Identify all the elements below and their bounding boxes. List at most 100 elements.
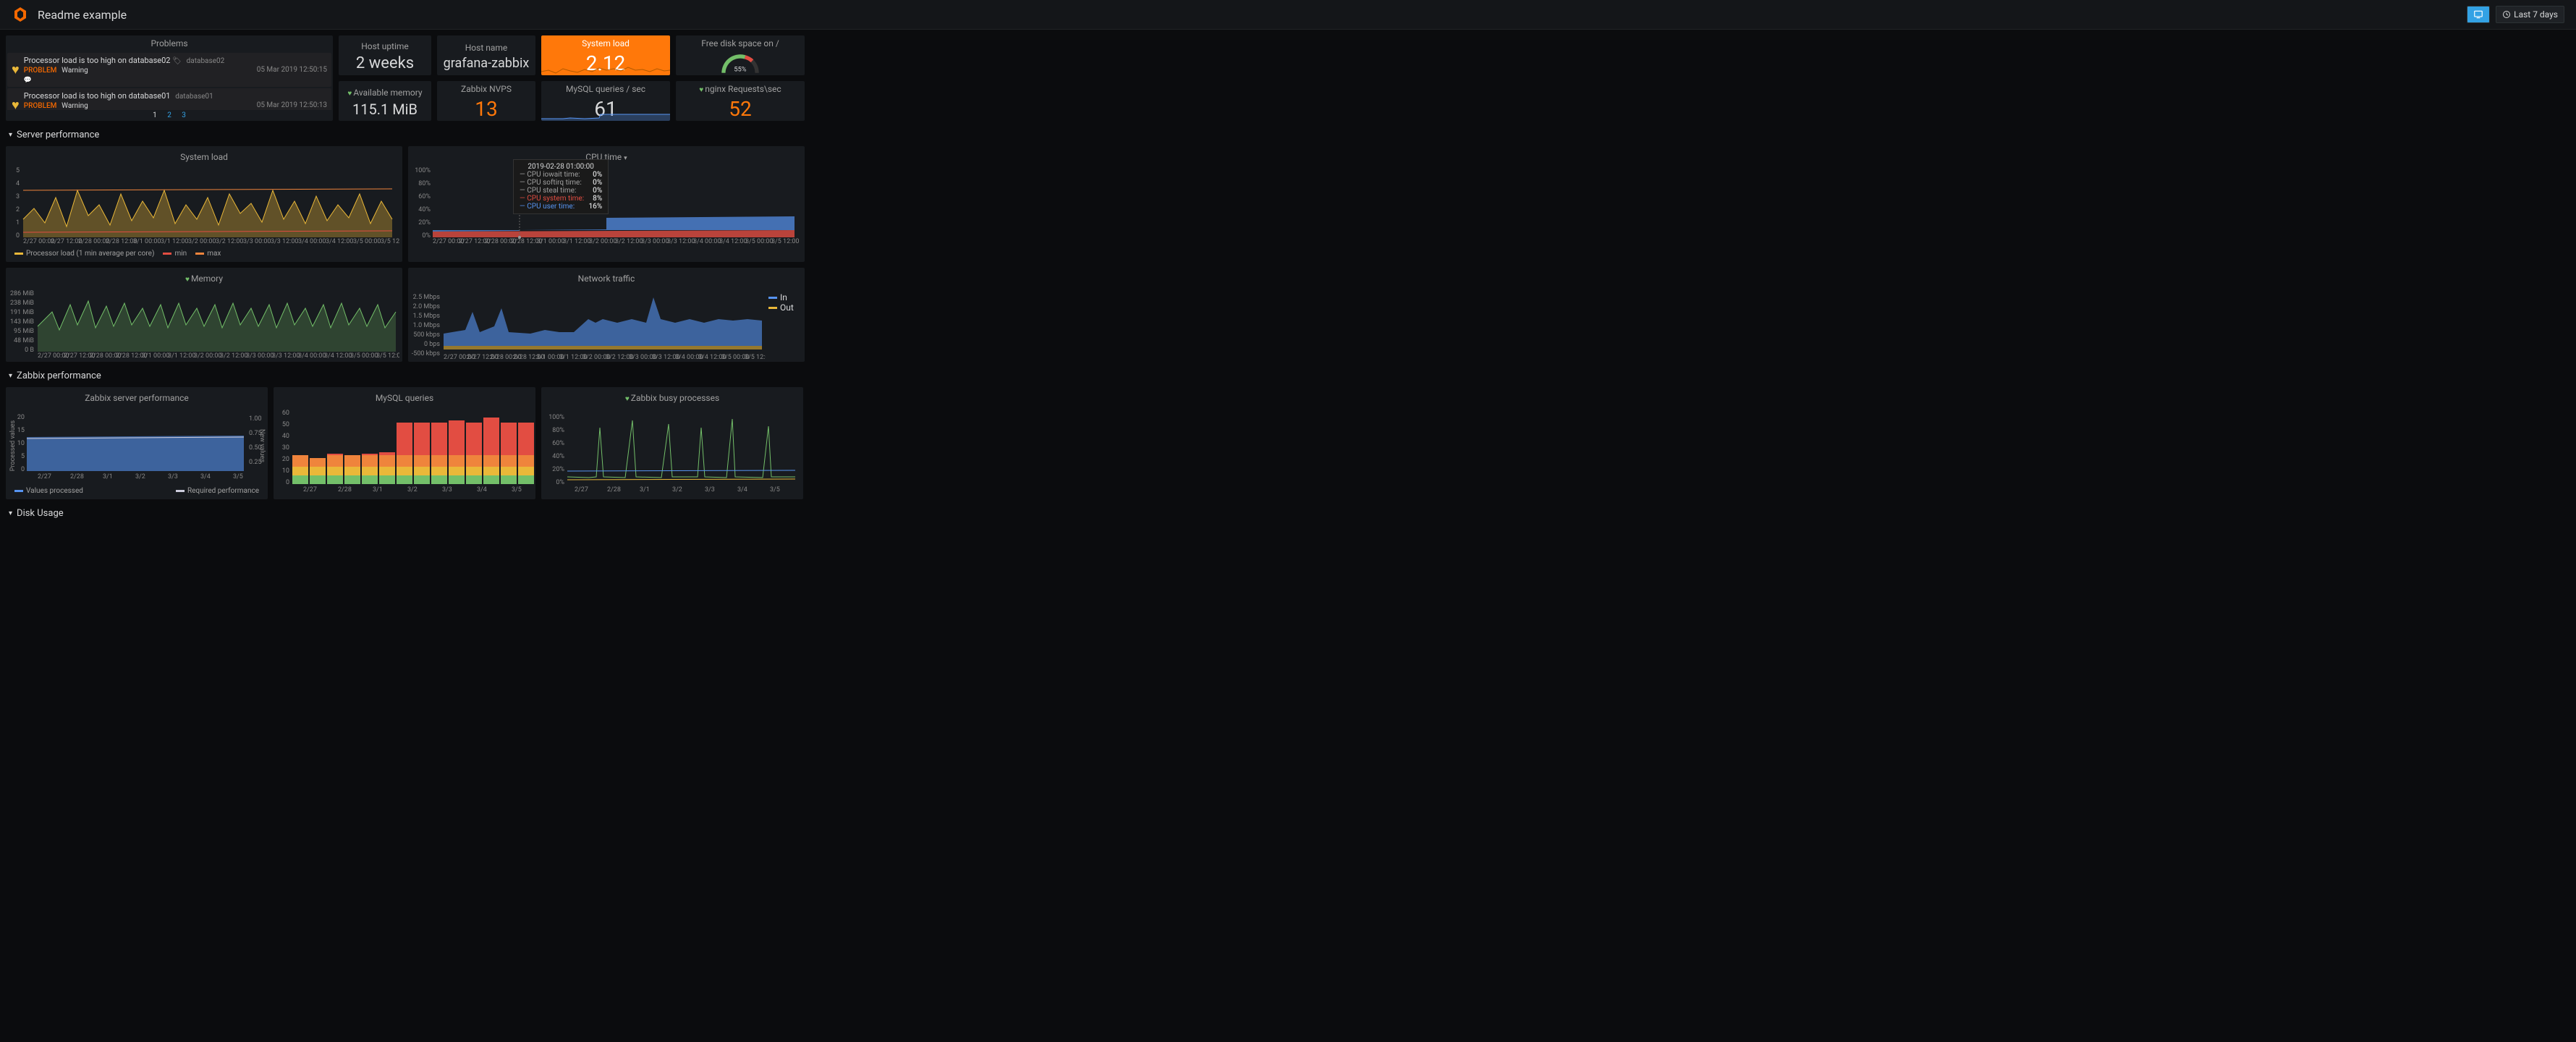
tv-mode-button[interactable] (2467, 6, 2490, 23)
svg-text:4: 4 (16, 180, 20, 187)
stat-sysload[interactable]: System load 2.12 (541, 35, 670, 75)
stat-disk[interactable]: Free disk space on / 55% (676, 35, 805, 75)
time-range-picker[interactable]: Last 7 days (2496, 6, 2564, 23)
svg-text:2/27: 2/27 (38, 473, 51, 480)
svg-text:3/4 12:00: 3/4 12:00 (719, 238, 747, 245)
page-1[interactable]: 1 (153, 111, 157, 119)
legend-item[interactable]: min (163, 250, 187, 258)
zabbix-server-chart-area: Processed values New values 0 5 10 15 20… (9, 406, 266, 486)
svg-text:0: 0 (286, 479, 289, 486)
svg-text:2: 2 (16, 206, 20, 213)
svg-text:3/5: 3/5 (512, 486, 522, 493)
page-2[interactable]: 2 (167, 111, 171, 119)
svg-text:3/1 12:00: 3/1 12:00 (563, 238, 590, 245)
svg-text:3/2 12:00: 3/2 12:00 (615, 238, 643, 245)
clock-icon (2502, 10, 2511, 19)
star-icon: ♥ (699, 86, 703, 94)
svg-text:238 MiB: 238 MiB (10, 300, 34, 307)
legend-item[interactable]: Out (768, 302, 794, 313)
svg-text:3/5 00:00: 3/5 00:00 (745, 238, 773, 245)
svg-text:0.25: 0.25 (249, 459, 262, 466)
chart-cpu-time[interactable]: CPU time ▾ 0% 20% 40% 60% 80% 100% (408, 146, 805, 262)
svg-text:95 MiB: 95 MiB (14, 328, 34, 335)
svg-text:50: 50 (282, 421, 289, 428)
chart-zabbix-server[interactable]: Zabbix server performance Processed valu… (6, 387, 268, 499)
svg-text:3/3 00:00: 3/3 00:00 (641, 238, 669, 245)
svg-text:2/27 00:00: 2/27 00:00 (23, 238, 55, 245)
svg-text:3/5 12:00: 3/5 12:00 (771, 238, 799, 245)
svg-text:3/3 12:00: 3/3 12:00 (667, 238, 695, 245)
star-icon: ♥ (625, 395, 630, 403)
svg-text:2.5 Mbps: 2.5 Mbps (413, 294, 441, 301)
stat-nvps[interactable]: Zabbix NVPS 13 (437, 81, 535, 121)
svg-text:3/5 00:00: 3/5 00:00 (353, 238, 381, 245)
svg-text:Processed values: Processed values (9, 420, 17, 471)
disk-gauge: 55% (708, 51, 773, 75)
stat-mysql[interactable]: MySQL queries / sec 61 (541, 81, 670, 121)
stat-hostname[interactable]: Host name grafana-zabbix (437, 35, 535, 75)
svg-text:2/27 12:00: 2/27 12:00 (51, 238, 82, 245)
chart-system-load[interactable]: System load 0 1 2 3 4 5 2/27 00:00 (6, 146, 402, 262)
svg-text:30: 30 (282, 444, 289, 452)
svg-text:1.0 Mbps: 1.0 Mbps (413, 322, 441, 329)
svg-text:3/4: 3/4 (200, 473, 211, 480)
problem-item[interactable]: ♥ Processor load is too high on database… (7, 88, 331, 110)
section-server-performance[interactable]: ▾ Server performance (6, 127, 805, 143)
svg-text:3/5: 3/5 (770, 486, 780, 493)
svg-text:3/1 00:00: 3/1 00:00 (537, 238, 564, 245)
chart-network[interactable]: Network traffic -500 kbps 0 bps 500 kbps… (408, 268, 805, 362)
memory-chart-area: 0 B 48 MiB 95 MiB 143 MiB 191 MiB 238 Mi… (9, 287, 399, 359)
svg-text:3/1: 3/1 (640, 486, 650, 493)
svg-text:1: 1 (16, 219, 20, 226)
page-3[interactable]: 3 (182, 111, 186, 119)
svg-text:2/27: 2/27 (303, 486, 317, 493)
section-disk-usage[interactable]: ▾ Disk Usage (6, 505, 805, 522)
svg-text:3/4 00:00: 3/4 00:00 (298, 238, 326, 245)
svg-text:100%: 100% (415, 167, 431, 174)
legend-item[interactable]: Values processed (14, 487, 83, 495)
stat-nginx[interactable]: ♥nginx Requests\sec 52 (676, 81, 805, 121)
svg-text:3/4 12:00: 3/4 12:00 (326, 238, 353, 245)
svg-text:2/27: 2/27 (575, 486, 588, 493)
legend-item[interactable]: In (768, 292, 794, 302)
svg-text:10: 10 (282, 467, 289, 475)
star-icon: ♥ (185, 276, 190, 284)
svg-text:10: 10 (17, 440, 25, 447)
stat-memory[interactable]: ♥Available memory 115.1 MiB (339, 81, 431, 121)
svg-text:3/3 12:00: 3/3 12:00 (271, 238, 298, 245)
svg-text:3/3: 3/3 (442, 486, 452, 493)
svg-text:143 MiB: 143 MiB (10, 318, 34, 326)
legend-item[interactable]: max (195, 250, 221, 258)
svg-text:20: 20 (282, 456, 289, 463)
svg-text:100%: 100% (548, 414, 564, 421)
mysql-sparkline (541, 110, 670, 121)
legend-item[interactable]: Required performance (176, 487, 259, 495)
svg-text:0 bps: 0 bps (424, 341, 440, 348)
svg-text:2/28 12:00: 2/28 12:00 (106, 238, 137, 245)
svg-text:3/2: 3/2 (407, 486, 418, 493)
svg-text:3/1: 3/1 (373, 486, 383, 493)
chevron-down-icon: ▾ (9, 131, 12, 139)
svg-text:3/1 12:00: 3/1 12:00 (161, 238, 188, 245)
page-title: Readme example (38, 8, 2467, 22)
star-icon: ♥ (347, 90, 352, 98)
chart-memory[interactable]: ♥Memory 0 B 48 MiB 95 MiB 143 MiB 191 Mi… (6, 268, 402, 362)
problem-item[interactable]: ♥ Processor load is too high on database… (7, 53, 331, 87)
svg-text:3/4 00:00: 3/4 00:00 (298, 352, 326, 359)
problems-panel[interactable]: Problems ♥ Processor load is too high on… (6, 35, 333, 121)
svg-text:15: 15 (17, 427, 25, 434)
svg-text:3/5 12:00: 3/5 12:00 (381, 238, 399, 245)
zabbix-busy-chart-area: 0% 20% 40% 60% 80% 100% 2/27 2/28 3/1 3/… (544, 406, 802, 493)
svg-text:3/2 12:00: 3/2 12:00 (216, 238, 243, 245)
svg-text:3/4: 3/4 (477, 486, 487, 493)
svg-text:3/3 00:00: 3/3 00:00 (246, 352, 274, 359)
legend-item[interactable]: Processor load (1 min average per core) (14, 250, 154, 258)
chart-zabbix-busy[interactable]: ♥Zabbix busy processes 0% 20% 40% 60% 80… (541, 387, 803, 499)
pagination: 1 2 3 (6, 110, 333, 121)
time-range-label: Last 7 days (2514, 9, 2558, 20)
svg-text:5: 5 (16, 167, 20, 174)
svg-text:3/1 00:00: 3/1 00:00 (133, 238, 161, 245)
chart-mysql-queries[interactable]: MySQL queries 0 10 20 30 40 50 60 2/27 2… (274, 387, 535, 499)
stat-uptime[interactable]: Host uptime 2 weeks (339, 35, 431, 75)
section-zabbix-performance[interactable]: ▾ Zabbix performance (6, 368, 805, 384)
